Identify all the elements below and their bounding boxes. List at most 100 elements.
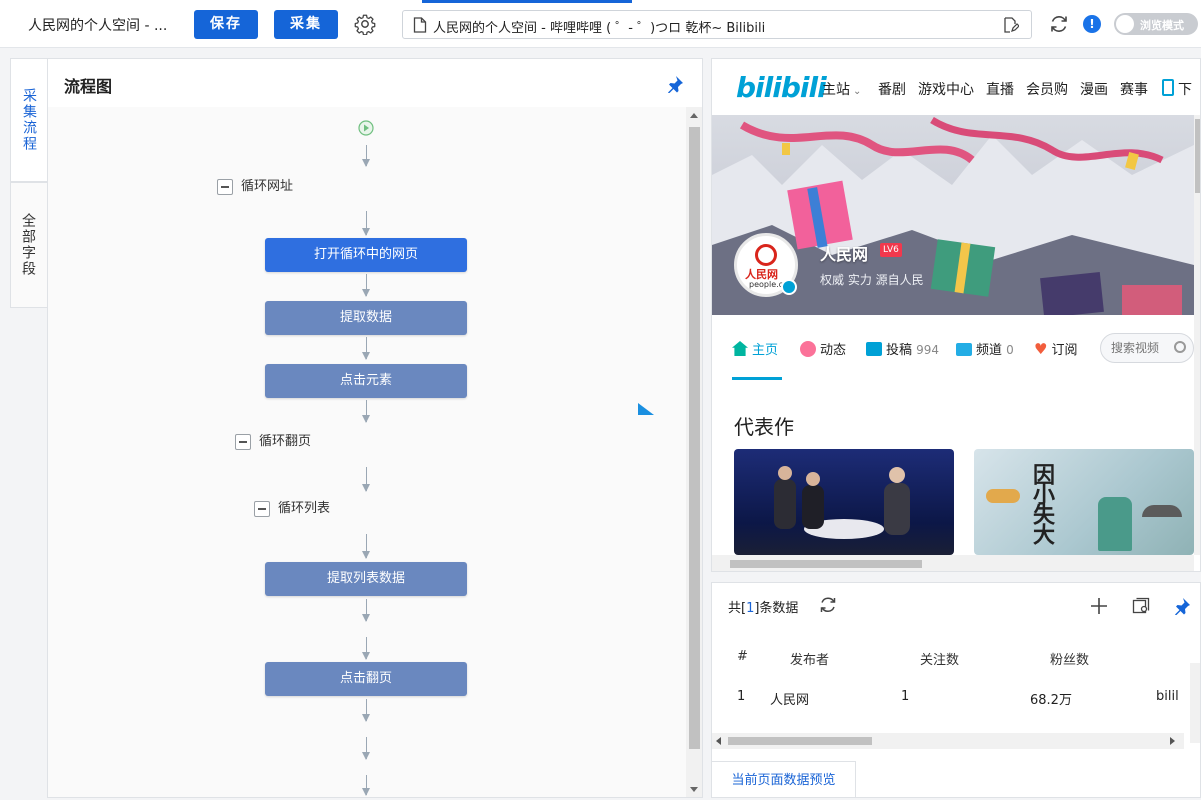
loop-label: 循环翻页	[259, 434, 312, 449]
browser-vscroll[interactable]	[1194, 115, 1200, 555]
browser-vscroll-thumb[interactable]	[1195, 119, 1200, 193]
node-open-page[interactable]: 打开循环中的网页	[265, 238, 467, 272]
url-bar[interactable]: 人民网的个人空间 - 哔哩哔哩 ( ゜- ゜)つロ 乾杯~ Bilibili	[402, 10, 1032, 39]
node-extract-list[interactable]: 提取列表数据	[265, 562, 467, 596]
flow-canvas[interactable]: 循环网址 打开循环中的网页 提取数据 点击元素 循环翻页 循环列表 提取列表数据…	[48, 107, 686, 797]
node-click-element[interactable]: 点击元素	[265, 364, 467, 398]
nav-game-center[interactable]: 游戏中心	[918, 79, 974, 99]
tab-subscriptions-label: 订阅	[1051, 343, 1078, 358]
video-thumbnail[interactable]	[734, 449, 954, 555]
level-badge: LV6	[880, 243, 902, 257]
scroll-right-icon[interactable]	[1170, 737, 1175, 745]
tab-indicator	[422, 0, 632, 3]
search-icon[interactable]	[1174, 341, 1186, 353]
tab-channels-count: 0	[1006, 343, 1014, 357]
tab-subscriptions[interactable]: ♥ 订阅	[1034, 339, 1077, 358]
nav-bangumi[interactable]: 番剧	[878, 79, 906, 99]
scroll-up-icon[interactable]	[690, 113, 698, 118]
phone-icon	[1162, 79, 1174, 96]
tab-home-label: 主页	[752, 343, 779, 358]
space-banner: 人民网 people.c 人民网 LV6 权威 实力 源自人民	[712, 115, 1194, 315]
cell-fans[interactable]: 68.2万	[1030, 689, 1072, 708]
collapse-icon[interactable]	[235, 433, 251, 450]
tab-channels[interactable]: 频道 0	[956, 339, 1014, 358]
save-button[interactable]: 保存	[194, 10, 258, 39]
table-hscroll-thumb[interactable]	[728, 737, 872, 745]
collect-button[interactable]: 采集	[274, 10, 338, 39]
loop-label: 循环列表	[278, 501, 331, 516]
gear-icon[interactable]	[354, 13, 376, 36]
video-search-box[interactable]	[1100, 333, 1194, 363]
info-icon[interactable]: !	[1083, 15, 1101, 33]
collapse-panel-arrow[interactable]	[637, 402, 655, 424]
tab-collect-flow[interactable]: 采集流程	[10, 58, 48, 182]
flow-arrow	[362, 211, 370, 236]
collapse-icon[interactable]	[254, 500, 270, 517]
chevron-down-icon: ⌄	[853, 86, 862, 97]
task-name[interactable]: 人民网的个人空间 - ...	[28, 15, 167, 35]
cell-extra[interactable]: bilil	[1156, 689, 1179, 704]
scroll-down-icon[interactable]	[690, 787, 698, 792]
flow-arrow	[362, 467, 370, 492]
tab-uploads[interactable]: 投稿 994	[866, 339, 939, 358]
channel-icon	[956, 343, 972, 356]
nav-manga[interactable]: 漫画	[1080, 79, 1108, 99]
refresh-icon[interactable]	[1048, 13, 1070, 35]
settings-table-icon[interactable]	[1132, 597, 1150, 615]
browser-hscroll[interactable]	[712, 555, 1194, 571]
cell-publisher[interactable]: 人民网	[770, 689, 809, 708]
loop-list[interactable]: 循环列表	[254, 499, 330, 519]
bilibili-logo[interactable]: bilibili	[736, 71, 827, 104]
tab-all-fields[interactable]: 全部字段	[10, 182, 48, 308]
user-name[interactable]: 人民网	[820, 241, 868, 265]
flow-arrow	[362, 775, 370, 796]
column-header[interactable]: 关注数	[920, 649, 959, 668]
loop-urls[interactable]: 循环网址	[217, 177, 293, 197]
thumbnail-figure	[986, 489, 1020, 503]
row-index: 1	[737, 689, 746, 704]
tab-dynamic-label: 动态	[820, 343, 847, 358]
nav-download[interactable]: 下	[1178, 79, 1192, 99]
data-count-summary: 共[1]条数据	[728, 597, 798, 616]
avatar-logo-sub: people.c	[749, 280, 784, 289]
flow-panel: 流程图 循环网址 打开循环中的网页 提取数据 点击元素 循环翻页 循环列表 提取…	[47, 58, 703, 798]
collapse-icon[interactable]	[217, 178, 233, 195]
browser-hscroll-thumb[interactable]	[730, 560, 922, 568]
start-icon	[358, 120, 374, 136]
video-search-input[interactable]	[1111, 340, 1177, 356]
nav-esports[interactable]: 赛事	[1120, 79, 1148, 99]
flow-arrow	[362, 400, 370, 423]
pin-icon[interactable]	[1173, 597, 1191, 616]
edit-url-icon[interactable]	[1003, 17, 1020, 33]
flower-icon	[800, 341, 816, 357]
node-extract-data[interactable]: 提取数据	[265, 301, 467, 335]
flow-arrow	[362, 337, 370, 360]
scroll-left-icon[interactable]	[716, 737, 721, 745]
nav-mall[interactable]: 会员购	[1026, 79, 1068, 99]
avatar[interactable]: 人民网 people.c	[734, 233, 798, 297]
nav-main[interactable]: 主站 ⌄	[822, 79, 861, 99]
browser-preview[interactable]: bilibili 主站⌄ 番剧 游戏中心 直播 会员购 漫画 赛事 下 人民网	[711, 58, 1201, 572]
tab-home[interactable]: 主页	[732, 339, 778, 358]
table-vscroll[interactable]	[1190, 663, 1200, 743]
thumbnail-caption: 因小失大	[1029, 463, 1055, 543]
node-click-next-page[interactable]: 点击翻页	[265, 662, 467, 696]
flow-scrollbar-thumb[interactable]	[689, 127, 700, 749]
thumbnail-figure	[1098, 497, 1132, 551]
nav-live[interactable]: 直播	[986, 79, 1014, 99]
add-icon[interactable]	[1090, 597, 1108, 615]
current-page-preview-tab[interactable]: 当前页面数据预览	[712, 761, 856, 797]
cell-following[interactable]: 1	[901, 689, 909, 704]
column-header[interactable]: 发布者	[790, 649, 829, 668]
video-thumbnail[interactable]: 因小失大	[974, 449, 1194, 555]
section-title: 代表作	[734, 415, 794, 439]
refresh-data-icon[interactable]	[818, 595, 838, 615]
loop-pagination[interactable]: 循环翻页	[235, 432, 311, 452]
pin-icon[interactable]	[666, 75, 684, 94]
column-header[interactable]: 粉丝数	[1050, 649, 1089, 668]
bili-navbar: bilibili 主站 ⌄ 番剧 游戏中心 直播 会员购 漫画 赛事 下	[712, 59, 1194, 115]
flow-arrow	[362, 637, 370, 660]
table-hscroll[interactable]	[712, 733, 1184, 749]
browse-mode-toggle[interactable]: 浏览模式	[1114, 13, 1198, 35]
tab-dynamic[interactable]: 动态	[800, 339, 846, 358]
